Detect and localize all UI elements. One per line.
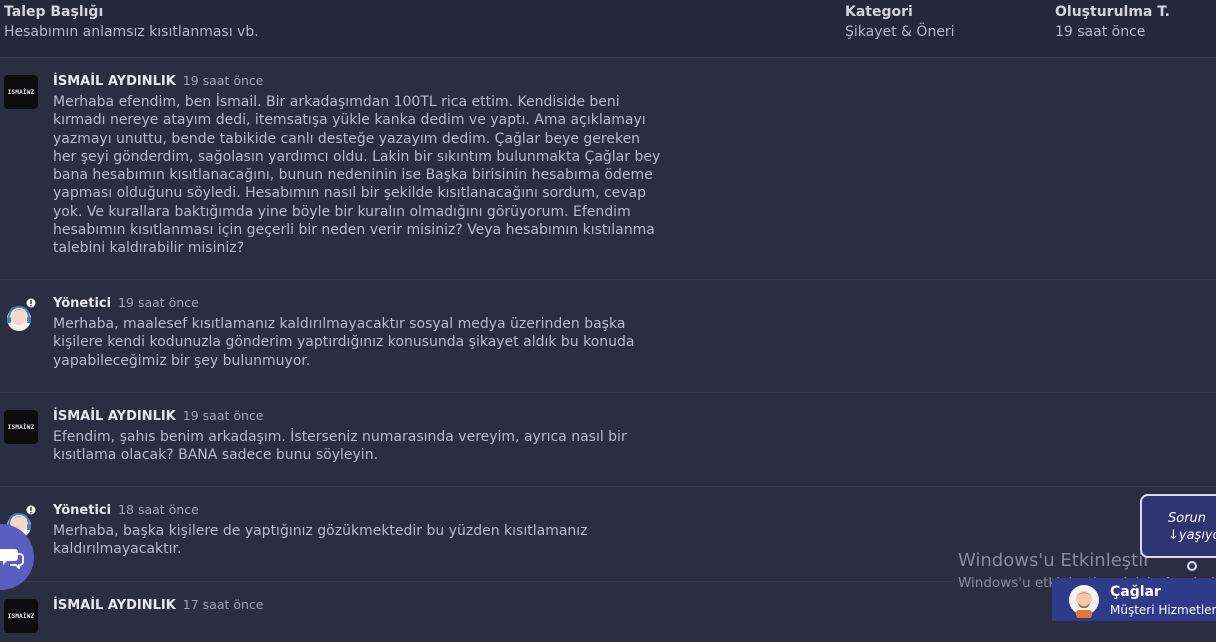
message-time: 19 saat önce xyxy=(182,73,264,88)
agent-avatar-icon xyxy=(1069,585,1099,618)
message-time: 19 saat önce xyxy=(118,295,199,310)
agent-name: Çağlar xyxy=(1110,584,1161,600)
subject-value: Hesabımın anlamsız kısıtlanması vb. xyxy=(4,24,259,40)
message-author: Yönetici 18 saat önce xyxy=(53,502,199,518)
message-item: ISMAİWZ İSMAİL AYDINLIK 17 saat önce xyxy=(0,582,1216,642)
user-avatar: ISMAİWZ xyxy=(4,410,38,444)
user-avatar: ISMAİWZ xyxy=(4,75,38,109)
message-text: Merhaba efendim, ben İsmail. Bir arkadaş… xyxy=(53,94,661,257)
support-prompt-bubble[interactable]: Sorun ↓yaşıyo xyxy=(1140,494,1216,558)
subject-title: Talep Başlığı xyxy=(4,4,104,20)
activation-watermark-title: Windows'u Etkinleştir xyxy=(958,550,1151,571)
author-name: İSMAİL AYDINLIK xyxy=(53,409,176,424)
message-author: İSMAİL AYDINLIK 19 saat önce xyxy=(53,408,264,424)
message-item: Yönetici 19 saat önce Merhaba, maalesef k… xyxy=(0,280,1216,393)
message-text: Merhaba, maalesef kısıtlamanız kaldırılm… xyxy=(53,316,635,369)
category-column: Kategori Şikayet & Öneri xyxy=(845,4,955,40)
agent-role: Müşteri Hizmetleri xyxy=(1110,603,1216,617)
subject-column: Talep Başlığı Hesabımın anlamsız kısıtla… xyxy=(4,4,259,40)
message-text: Merhaba, başka kişilere de yaptığınız gö… xyxy=(53,523,588,558)
user-avatar: ISMAİWZ xyxy=(4,599,38,633)
bubble-tail xyxy=(1187,561,1197,571)
created-value: 19 saat önce xyxy=(1055,24,1146,40)
message-author: İSMAİL AYDINLIK 19 saat önce xyxy=(53,73,264,89)
author-name: Yönetici xyxy=(53,503,112,518)
avatar-text: ISMAİWZ xyxy=(7,612,35,620)
message-time: 17 saat önce xyxy=(182,597,264,612)
author-name: İSMAİL AYDINLIK xyxy=(53,74,176,89)
author-name: Yönetici xyxy=(53,296,112,311)
category-value: Şikayet & Öneri xyxy=(845,24,955,40)
author-name: İSMAİL AYDINLIK xyxy=(53,598,176,613)
message-item: ISMAİWZ İSMAİL AYDINLIK 19 saat önce Merh… xyxy=(0,58,1216,280)
avatar-text: ISMAİWZ xyxy=(7,88,35,96)
message-time: 18 saat önce xyxy=(118,502,199,517)
category-title: Kategori xyxy=(845,4,913,20)
avatar-text: ISMAİWZ xyxy=(7,423,35,431)
message-text: Efendim, şahıs benim arkadaşım. İstersen… xyxy=(53,429,627,464)
support-agent-bar[interactable]: Çağlar Müşteri Hizmetleri xyxy=(1052,578,1216,621)
message-author: Yönetici 19 saat önce xyxy=(53,295,199,311)
admin-avatar xyxy=(4,297,38,331)
bubble-line-1: Sorun ↓yaşıyo xyxy=(1168,511,1216,543)
message-item: ISMAİWZ İSMAİL AYDINLIK 19 saat önce Efen… xyxy=(0,393,1216,487)
message-author: İSMAİL AYDINLIK 17 saat önce xyxy=(53,597,264,613)
headset-agent-icon xyxy=(7,297,37,331)
created-column: Oluşturulma T. 19 saat önce xyxy=(1055,4,1170,40)
ticket-header: Talep Başlığı Hesabımın anlamsız kısıtla… xyxy=(0,0,1216,58)
message-time: 19 saat önce xyxy=(182,408,264,423)
chat-bubbles-icon xyxy=(0,549,24,569)
created-title: Oluşturulma T. xyxy=(1055,4,1170,20)
